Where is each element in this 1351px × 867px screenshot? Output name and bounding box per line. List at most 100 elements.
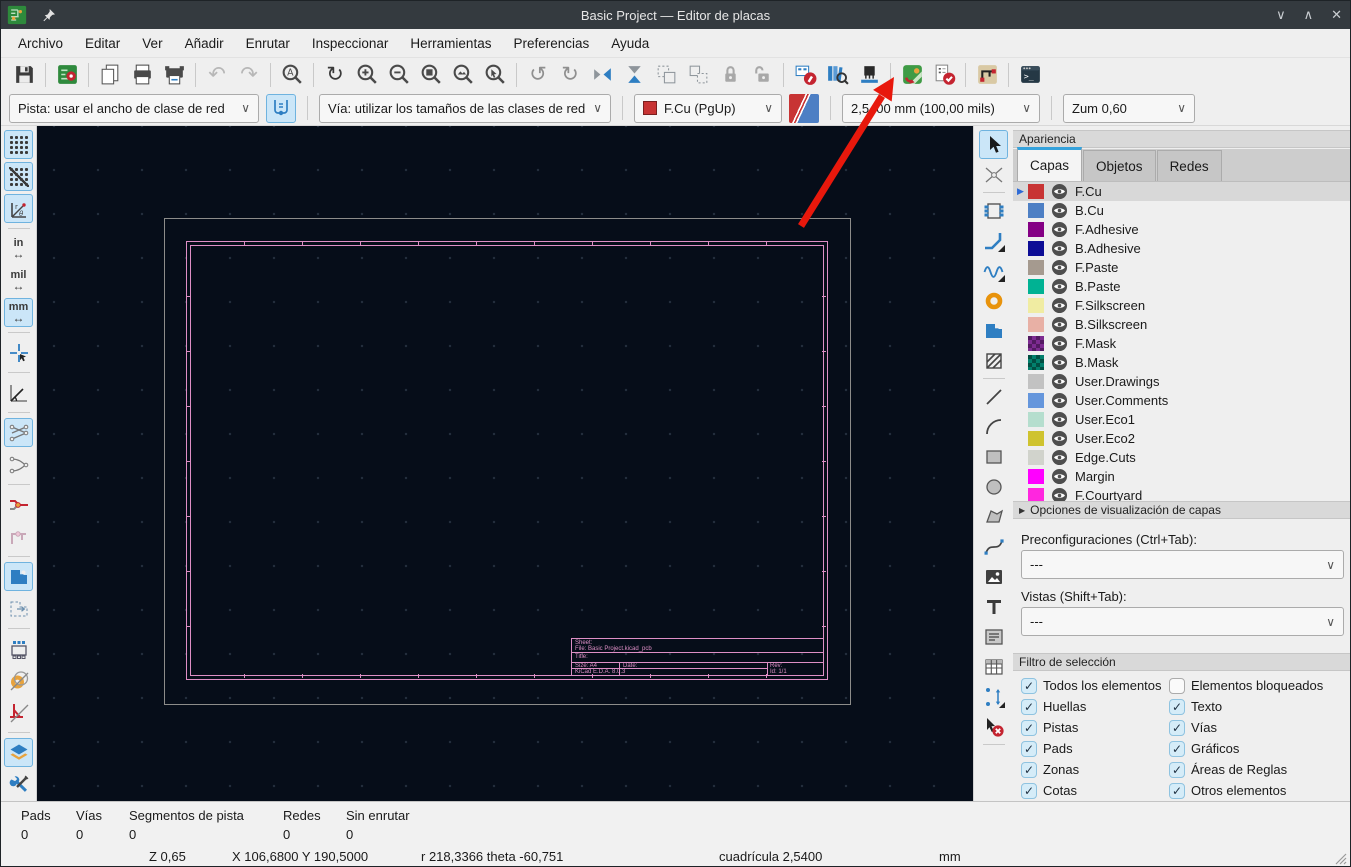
highlight-nets-button[interactable] xyxy=(4,490,33,519)
layer-color-swatch[interactable] xyxy=(1028,203,1044,218)
add-zone-button[interactable] xyxy=(979,316,1008,345)
add-table-button[interactable] xyxy=(979,652,1008,681)
layer-visibility-eye-icon[interactable] xyxy=(1051,297,1068,314)
layer-visibility-eye-icon[interactable] xyxy=(1051,354,1068,371)
add-rule-area-button[interactable] xyxy=(979,346,1008,375)
layer-color-swatch[interactable] xyxy=(1028,431,1044,446)
add-via-button[interactable] xyxy=(979,286,1008,315)
zoom-selection-button[interactable] xyxy=(480,60,510,89)
sketch-pads-button[interactable] xyxy=(4,666,33,695)
unlock-button[interactable] xyxy=(747,60,777,89)
cursor-shape-button[interactable] xyxy=(4,338,33,367)
import-netlist-button[interactable] xyxy=(897,60,927,89)
layer-row-usereco1[interactable]: User.Eco1 xyxy=(1013,410,1350,429)
filter-cotas[interactable]: ✓ Cotas xyxy=(1021,782,1169,799)
polar-coordinates-button[interactable]: rθ xyxy=(4,194,33,223)
layer-row-bmask[interactable]: B.Mask xyxy=(1013,353,1350,372)
layer-row-fadhesive[interactable]: F.Adhesive xyxy=(1013,220,1350,239)
layer-row-edgecuts[interactable]: Edge.Cuts xyxy=(1013,448,1350,467)
show-ratsnest-button[interactable] xyxy=(4,418,33,447)
checkbox[interactable]: ✓ xyxy=(1169,782,1185,799)
add-textbox-button[interactable] xyxy=(979,622,1008,651)
draw-line-button[interactable] xyxy=(979,382,1008,411)
layer-color-swatch[interactable] xyxy=(1028,412,1044,427)
layer-color-swatch[interactable] xyxy=(1028,241,1044,256)
layer-row-badhesive[interactable]: B.Adhesive xyxy=(1013,239,1350,258)
filter-pads[interactable]: ✓ Pads xyxy=(1021,740,1169,757)
filter-areas-reglas[interactable]: ✓ Áreas de Reglas xyxy=(1169,761,1346,778)
layer-row-margin[interactable]: Margin xyxy=(1013,467,1350,486)
add-text-button[interactable] xyxy=(979,592,1008,621)
curved-ratsnest-button[interactable] xyxy=(4,450,33,479)
group-button[interactable] xyxy=(651,60,681,89)
ungroup-button[interactable] xyxy=(683,60,713,89)
zoom-fit-objects-button[interactable] xyxy=(448,60,478,89)
refresh-view-button[interactable] xyxy=(320,60,350,89)
layer-color-swatch[interactable] xyxy=(1028,355,1044,370)
local-ratsnest-button[interactable] xyxy=(979,160,1008,189)
draw-polygon-button[interactable] xyxy=(979,502,1008,531)
draw-rectangle-button[interactable] xyxy=(979,442,1008,471)
layer-visibility-eye-icon[interactable] xyxy=(1051,487,1068,501)
draw-bezier-button[interactable] xyxy=(979,532,1008,561)
menu-anadir[interactable]: Añadir xyxy=(174,32,235,55)
grid-visibility-button[interactable] xyxy=(4,130,33,159)
checkbox[interactable]: ✓ xyxy=(1021,677,1037,694)
layer-visibility-eye-icon[interactable] xyxy=(1051,183,1068,200)
layer-display-options-header[interactable]: Opciones de visualización de capas xyxy=(1013,501,1350,519)
units-mils-button[interactable]: mil xyxy=(4,266,33,295)
checkbox[interactable]: ✓ xyxy=(1021,719,1037,736)
checkbox[interactable]: ✓ xyxy=(1169,719,1185,736)
edit-footprints-button[interactable] xyxy=(790,60,820,89)
lock-button[interactable] xyxy=(715,60,745,89)
filter-zonas[interactable]: ✓ Zonas xyxy=(1021,761,1169,778)
layer-color-swatch[interactable] xyxy=(1028,260,1044,275)
board-canvas[interactable]: Sheet: File: Basic Project.kicad_pcb Tit… xyxy=(37,126,973,801)
route-tracks-button[interactable] xyxy=(979,226,1008,255)
select-tool-button[interactable] xyxy=(979,130,1008,159)
scripting-console-button[interactable]: >_ xyxy=(1015,60,1045,89)
filter-graficos[interactable]: ✓ Gráficos xyxy=(1169,740,1346,757)
browse-libraries-button[interactable] xyxy=(822,60,852,89)
layer-pair-toggle[interactable] xyxy=(789,93,819,123)
layer-row-fcourtyard[interactable]: F.Courtyard xyxy=(1013,486,1350,501)
checkbox[interactable]: ✓ xyxy=(1169,740,1185,757)
units-mm-button[interactable]: mm xyxy=(4,298,33,327)
window-shade-icon[interactable] xyxy=(1276,7,1286,23)
cross-probe-button[interactable] xyxy=(972,60,1002,89)
zone-fill-display-button[interactable] xyxy=(4,562,33,591)
layer-visibility-eye-icon[interactable] xyxy=(1051,259,1068,276)
layer-color-swatch[interactable] xyxy=(1028,317,1044,332)
resize-grip[interactable] xyxy=(1333,851,1347,865)
flip-vertical-button[interactable] xyxy=(619,60,649,89)
layer-row-fcu[interactable]: F.Cu xyxy=(1013,182,1350,201)
window-close-icon[interactable] xyxy=(1331,7,1342,23)
layer-visibility-eye-icon[interactable] xyxy=(1051,278,1068,295)
draw-arc-button[interactable] xyxy=(979,412,1008,441)
layer-color-swatch[interactable] xyxy=(1028,184,1044,199)
layer-visibility-eye-icon[interactable] xyxy=(1051,221,1068,238)
filter-texto[interactable]: ✓ Texto xyxy=(1169,698,1346,715)
tab-capas[interactable]: Capas xyxy=(1017,147,1083,181)
layer-visibility-eye-icon[interactable] xyxy=(1051,373,1068,390)
find-button[interactable]: A xyxy=(277,60,307,89)
layer-row-fmask[interactable]: F.Mask xyxy=(1013,334,1350,353)
update-pcb-from-schematic-button[interactable] xyxy=(854,60,884,89)
rotate-cw-button[interactable] xyxy=(555,60,585,89)
flip-horizontal-button[interactable] xyxy=(587,60,617,89)
active-layer-select[interactable]: F.Cu (PgUp) xyxy=(634,93,782,123)
checkbox[interactable]: ✓ xyxy=(1169,761,1185,778)
zoom-fit-page-button[interactable] xyxy=(416,60,446,89)
zoom-in-button[interactable] xyxy=(352,60,382,89)
layer-color-swatch[interactable] xyxy=(1028,488,1044,501)
plot-button[interactable] xyxy=(159,60,189,89)
grid-overrides-button[interactable] xyxy=(4,162,33,191)
layer-visibility-eye-icon[interactable] xyxy=(1051,449,1068,466)
add-dimension-button[interactable] xyxy=(979,682,1008,711)
sketch-tracks-button[interactable] xyxy=(4,698,33,727)
menu-editar[interactable]: Editar xyxy=(74,32,131,55)
sketch-footprints-button[interactable] xyxy=(4,634,33,663)
layer-visibility-eye-icon[interactable] xyxy=(1051,240,1068,257)
layer-row-usercomments[interactable]: User.Comments xyxy=(1013,391,1350,410)
layer-visibility-eye-icon[interactable] xyxy=(1051,202,1068,219)
